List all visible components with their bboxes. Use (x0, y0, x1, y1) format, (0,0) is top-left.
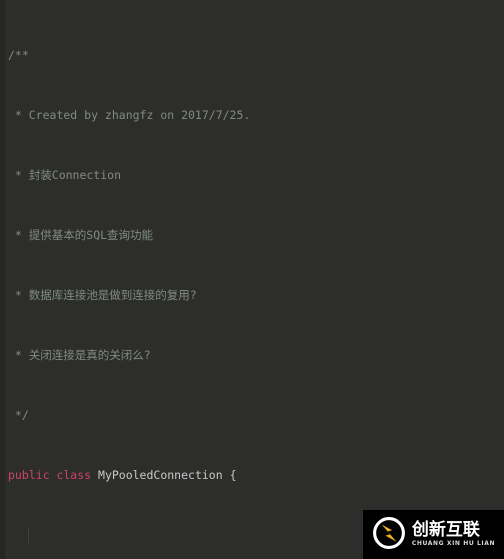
code-token-keyword: public class (8, 468, 99, 482)
code-line: * 关闭连接是真的关闭么? (0, 348, 504, 363)
code-line-class-decl: public class MyPooledConnection { (0, 468, 504, 483)
indent-guide (28, 528, 29, 543)
watermark-content: 创新互联 CHUANG XIN HU LIAN (372, 516, 495, 554)
code-token-comment: * 数据库连接池是做到连接的复用? (8, 288, 197, 302)
code-line: */ (0, 408, 504, 423)
cx-circle-logo-icon (372, 516, 406, 554)
code-content[interactable]: /** * Created by zhangfz on 2017/7/25. *… (0, 0, 504, 559)
code-line: * Created by zhangfz on 2017/7/25. (0, 108, 504, 123)
code-token-comment: * Created by zhangfz on 2017/7/25. (8, 108, 251, 122)
code-line: /** (0, 48, 504, 63)
code-token-comment: * 提供基本的SQL查询功能 (8, 228, 154, 242)
watermark-text-block: 创新互联 CHUANG XIN HU LIAN (412, 522, 495, 547)
watermark-overlay: 创新互联 CHUANG XIN HU LIAN (363, 510, 504, 559)
code-token-class-name: MyPooledConnection { (98, 468, 237, 482)
code-line: * 数据库连接池是做到连接的复用? (0, 288, 504, 303)
watermark-pinyin: CHUANG XIN HU LIAN (411, 540, 496, 547)
code-token-comment: * 封装Connection (8, 168, 122, 182)
code-editor-screenshot: /** * Created by zhangfz on 2017/7/25. *… (0, 0, 504, 559)
code-token-comment: */ (8, 408, 29, 422)
watermark-chinese-name: 创新互联 (411, 520, 480, 540)
code-token-comment: /** (8, 48, 29, 62)
code-line: * 提供基本的SQL查询功能 (0, 228, 504, 243)
code-token-comment: * 关闭连接是真的关闭么? (8, 348, 151, 362)
code-line: * 封装Connection (0, 168, 504, 183)
